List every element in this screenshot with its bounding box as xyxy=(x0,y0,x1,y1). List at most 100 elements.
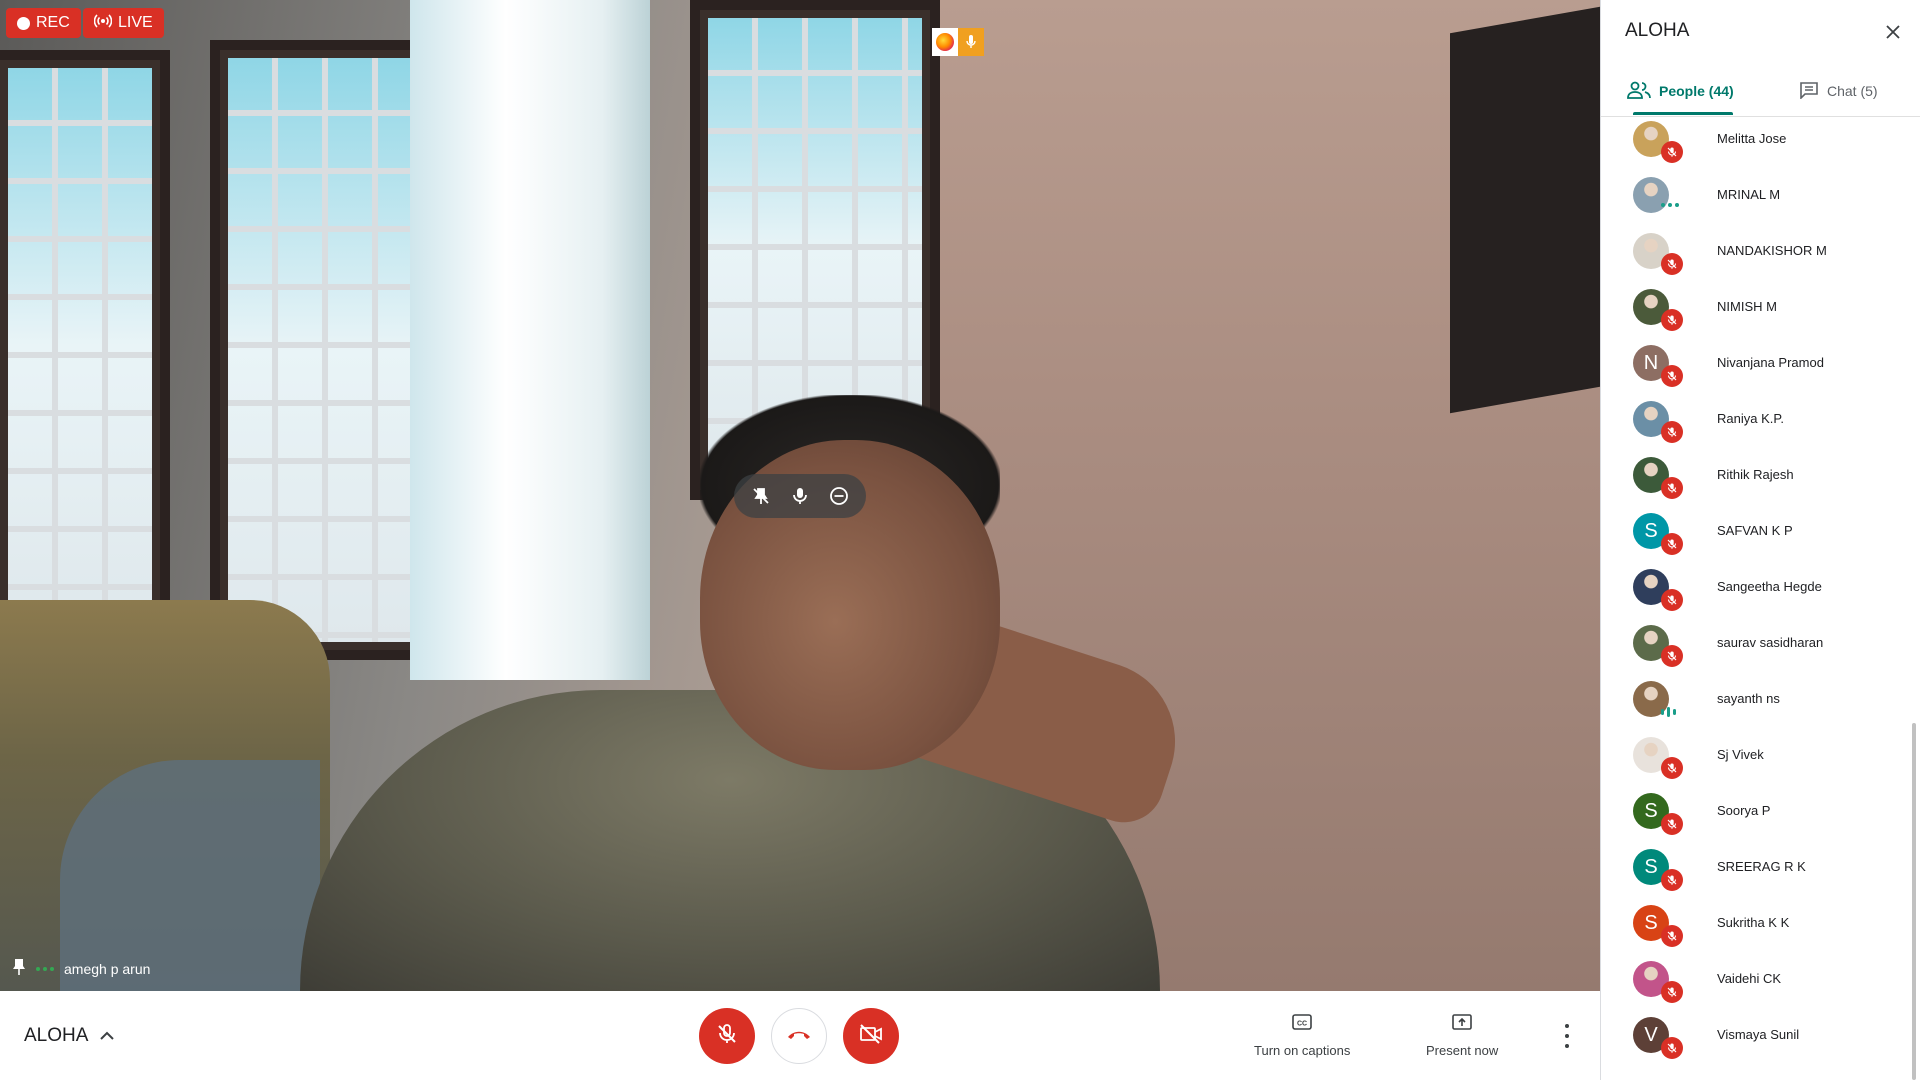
tile-hover-controls xyxy=(734,474,866,518)
participant-name: Sukritha K K xyxy=(1717,915,1790,930)
turn-on-captions-button[interactable]: CC Turn on captions xyxy=(1254,1013,1350,1058)
avatar xyxy=(1633,177,1669,213)
mic-off-icon xyxy=(1661,981,1683,1003)
video-window-left xyxy=(0,50,170,640)
participant-row[interactable]: sayanth ns xyxy=(1601,671,1901,727)
speaking-indicator-icon xyxy=(1661,203,1679,207)
camera-off-icon xyxy=(858,1023,884,1050)
pin-icon xyxy=(12,958,26,979)
camera-toggle-button[interactable] xyxy=(843,1008,899,1064)
rec-label: REC xyxy=(36,14,70,31)
svg-text:CC: CC xyxy=(1297,1021,1307,1028)
participant-row[interactable]: Rithik Rajesh xyxy=(1601,447,1901,503)
meeting-details-toggle[interactable]: ALOHA xyxy=(24,1025,115,1047)
participant-name: Raniya K.P. xyxy=(1717,411,1784,426)
people-icon xyxy=(1627,81,1651,102)
close-icon[interactable] xyxy=(1883,22,1903,42)
speaking-indicator-icon xyxy=(1661,707,1676,717)
people-side-panel: ALOHA People (44) Chat (5) Melitta Jose M… xyxy=(1600,0,1920,1080)
hang-up-icon xyxy=(786,1027,812,1045)
participant-row[interactable]: V Vismaya Sunil xyxy=(1601,1007,1901,1063)
mic-off-icon xyxy=(1661,645,1683,667)
tab-people[interactable]: People (44) xyxy=(1627,68,1734,114)
participant-row[interactable]: Sangeetha Hegde xyxy=(1601,559,1901,615)
live-label: LIVE xyxy=(118,14,153,31)
participant-name: saurav sasidharan xyxy=(1717,635,1824,650)
participant-name-tag: amegh p arun xyxy=(12,958,150,979)
mic-off-icon xyxy=(1661,309,1683,331)
participant-row[interactable]: MRINAL M xyxy=(1601,167,1901,223)
participant-name: Melitta Jose xyxy=(1717,131,1787,146)
browser-mic-indicator xyxy=(932,28,984,56)
panel-title: ALOHA xyxy=(1625,20,1690,41)
captions-label: Turn on captions xyxy=(1254,1043,1351,1058)
mic-off-icon xyxy=(1661,925,1683,947)
mic-off-icon xyxy=(1661,813,1683,835)
video-window-middle xyxy=(210,40,430,660)
mic-off-icon xyxy=(1661,477,1683,499)
tab-chat-label: Chat (5) xyxy=(1827,83,1878,99)
participant-name: sayanth ns xyxy=(1717,691,1780,706)
mic-off-icon xyxy=(1661,869,1683,891)
participant-name: SAFVAN K P xyxy=(1717,523,1793,538)
participant-name: Vismaya Sunil xyxy=(1717,1027,1800,1042)
mic-off-icon xyxy=(715,1022,739,1051)
mic-icon[interactable] xyxy=(785,481,815,511)
broadcast-icon xyxy=(93,13,113,33)
speaking-indicator-icon xyxy=(36,966,54,971)
more-options-icon[interactable] xyxy=(1562,1024,1572,1048)
participant-row[interactable]: Raniya K.P. xyxy=(1601,391,1901,447)
mic-off-icon xyxy=(1661,365,1683,387)
tab-chat[interactable]: Chat (5) xyxy=(1799,68,1878,114)
participant-name: Vaidehi CK xyxy=(1717,971,1782,986)
present-label: Present now xyxy=(1426,1043,1499,1058)
participant-row[interactable]: Melitta Jose xyxy=(1601,117,1901,167)
captions-icon: CC xyxy=(1291,1013,1313,1034)
participant-row[interactable]: NANDAKISHOR M xyxy=(1601,223,1901,279)
video-tv xyxy=(1450,6,1600,414)
participant-row[interactable]: Vaidehi CK xyxy=(1601,951,1901,1007)
participant-name: Rithik Rajesh xyxy=(1717,467,1794,482)
mic-off-icon xyxy=(1661,421,1683,443)
participant-name: Soorya P xyxy=(1717,803,1771,818)
panel-tabs: People (44) Chat (5) xyxy=(1601,68,1920,117)
participant-list-scrollbar[interactable] xyxy=(1912,723,1916,1080)
video-chair xyxy=(60,760,320,991)
participant-row[interactable]: S SREERAG R K xyxy=(1601,839,1901,895)
mic-off-icon xyxy=(1661,533,1683,555)
microphone-toggle-button[interactable] xyxy=(699,1008,755,1064)
mic-icon xyxy=(958,28,984,56)
mic-off-icon xyxy=(1661,141,1683,163)
unpin-icon[interactable] xyxy=(746,481,776,511)
participant-name: NIMISH M xyxy=(1717,299,1777,314)
firefox-icon xyxy=(932,28,958,56)
participant-name: Nivanjana Pramod xyxy=(1717,355,1824,370)
mic-off-icon xyxy=(1661,253,1683,275)
present-now-button[interactable]: Present now xyxy=(1426,1013,1498,1058)
participant-row[interactable]: NIMISH M xyxy=(1601,279,1901,335)
participant-row[interactable]: S SAFVAN K P xyxy=(1601,503,1901,559)
remove-icon[interactable] xyxy=(824,481,854,511)
participant-row[interactable]: N Nivanjana Pramod xyxy=(1601,335,1901,391)
participant-row[interactable]: S Soorya P xyxy=(1601,783,1901,839)
mic-off-icon xyxy=(1661,1037,1683,1059)
participant-row[interactable]: Sj Vivek xyxy=(1601,727,1901,783)
video-curtain xyxy=(410,0,650,680)
live-badge[interactable]: LIVE xyxy=(83,8,164,38)
present-screen-icon xyxy=(1451,1013,1473,1034)
mic-off-icon xyxy=(1661,589,1683,611)
participant-name: NANDAKISHOR M xyxy=(1717,243,1827,258)
mic-off-icon xyxy=(1661,757,1683,779)
record-dot-icon xyxy=(17,16,30,30)
chevron-up-icon xyxy=(100,1025,115,1047)
participant-row[interactable]: S Sukritha K K xyxy=(1601,895,1901,951)
participant-name: SREERAG R K xyxy=(1717,859,1806,874)
participant-row[interactable]: saurav sasidharan xyxy=(1601,615,1901,671)
rec-badge[interactable]: REC xyxy=(6,8,81,38)
participant-list: Melitta Jose MRINAL M NANDAKISHOR M NIMISH … xyxy=(1601,117,1920,1080)
bottom-control-bar: ALOHA CC Turn on captions Present now xyxy=(0,991,1600,1080)
leave-call-button[interactable] xyxy=(771,1008,827,1064)
participant-name: amegh p arun xyxy=(64,960,151,977)
participant-name: Sangeetha Hegde xyxy=(1717,579,1822,594)
meeting-name: ALOHA xyxy=(24,1025,89,1046)
